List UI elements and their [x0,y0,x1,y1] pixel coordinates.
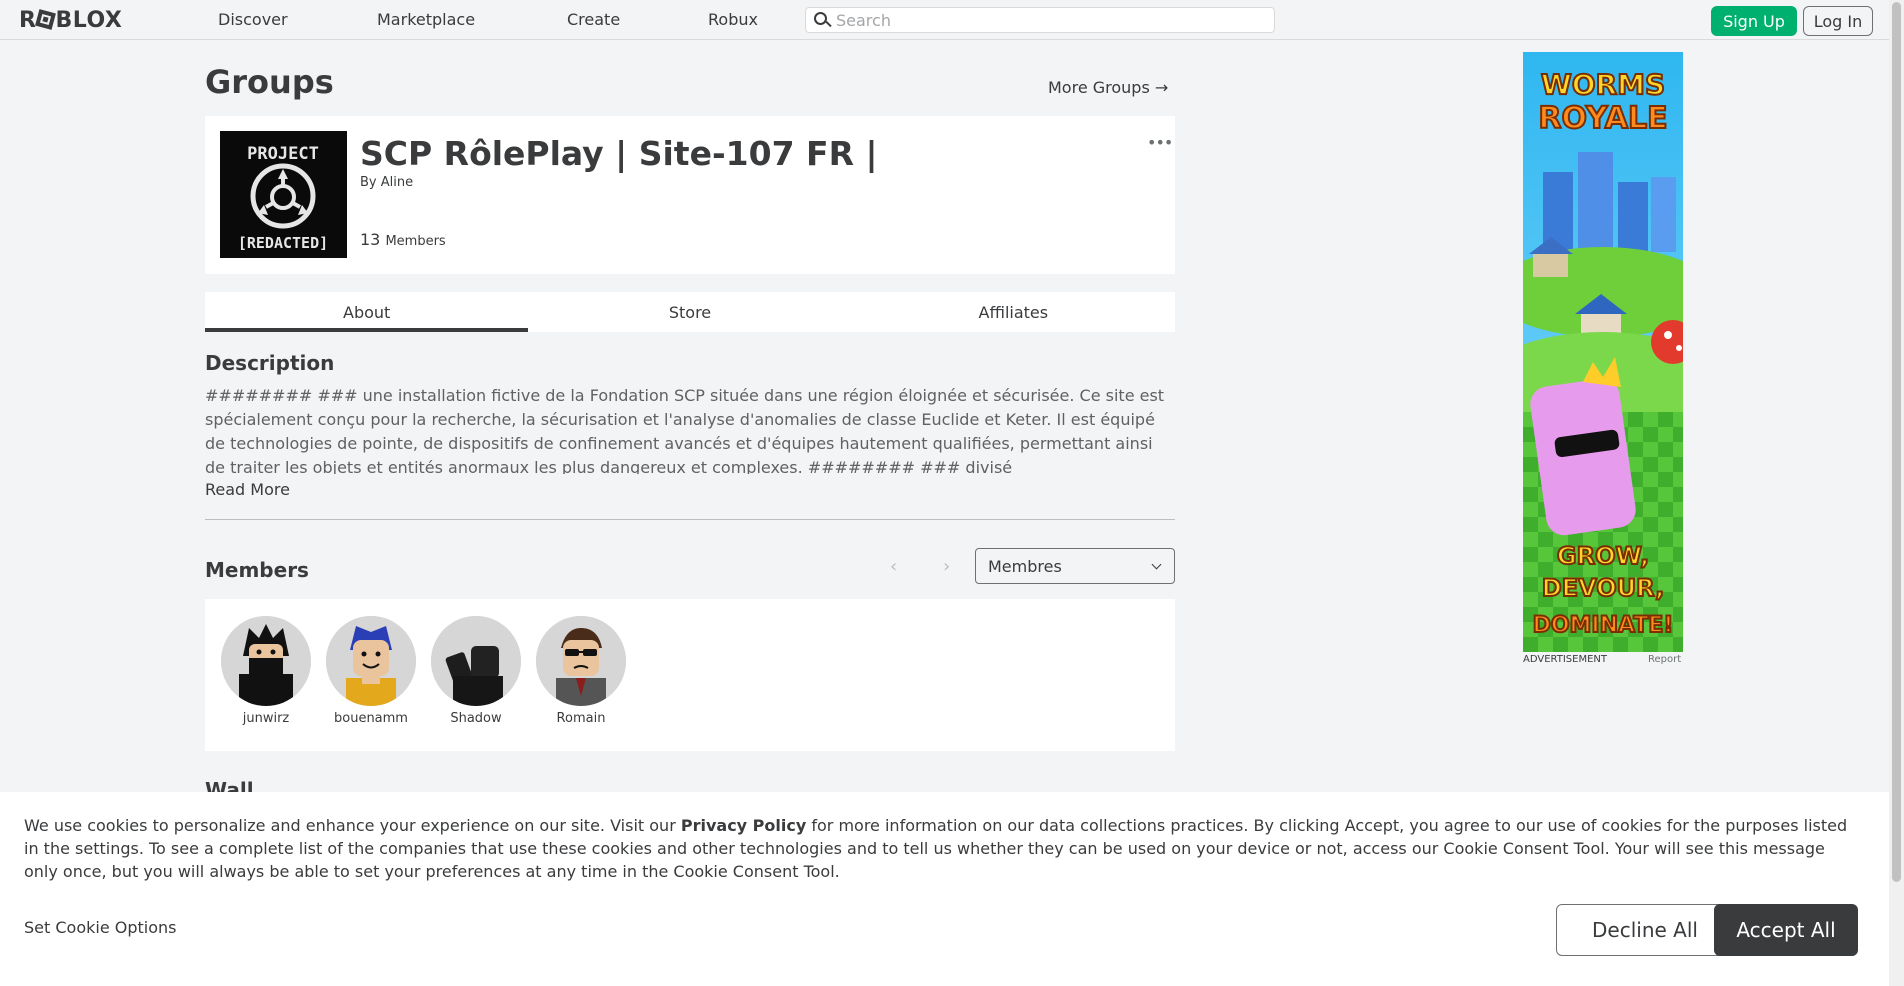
advertisement-banner[interactable]: WORMS ROYALE GROW, DEVOUR, DOMINATE! [1523,52,1683,652]
set-cookie-options-button[interactable]: Set Cookie Options [24,918,176,937]
tab-store[interactable]: Store [528,292,851,332]
scrollbar-thumb[interactable] [1892,2,1901,882]
search-icon[interactable] [806,8,836,32]
top-navigation: R BLOX Discover Marketplace Create Robux … [0,0,1889,40]
avatar[interactable] [431,616,521,706]
group-header-card: PROJECT [REDACTED] SCP RôlePlay | Site-1… [205,116,1175,274]
page-scrollbar[interactable] [1889,0,1904,986]
member-tile[interactable]: Romain [536,616,626,726]
emblem-text-top: PROJECT [247,144,319,164]
report-ad-link[interactable]: Report [1648,654,1681,665]
member-count-value: 13 [360,230,381,249]
ad-title-line2: ROYALE [1538,101,1667,136]
section-divider [205,519,1175,520]
roblox-logo[interactable]: R BLOX [19,8,122,33]
search-bar [805,7,1275,33]
avatar[interactable] [536,616,626,706]
ad-tagline3: DOMINATE! [1533,613,1674,638]
member-name[interactable]: Romain [536,711,626,726]
group-tabs: About Store Affiliates [205,292,1175,332]
group-owner-link[interactable]: Aline [381,175,413,190]
member-count-label: Members [385,234,446,249]
description-heading: Description [205,351,335,375]
search-input[interactable] [836,10,1274,30]
members-list: junwirz bouenamm Shadow Romain [205,599,1175,751]
description-text: ######## ### une installation fictive de… [205,386,1165,474]
sign-up-button[interactable]: Sign Up [1711,6,1797,36]
nav-robux[interactable]: Robux [708,10,758,29]
cookie-consent-banner: We use cookies to personalize and enhanc… [0,792,1889,986]
decline-all-button[interactable]: Decline All [1556,904,1734,956]
chevron-down-icon [1151,559,1162,570]
member-tile[interactable]: Shadow [431,616,521,726]
accept-all-button[interactable]: Accept All [1714,904,1858,956]
member-name[interactable]: Shadow [431,711,521,726]
tab-about[interactable]: About [205,292,529,332]
nav-marketplace[interactable]: Marketplace [377,10,475,29]
role-select-value: Membres [988,556,1062,576]
nav-create[interactable]: Create [567,10,620,29]
read-more-button[interactable]: Read More [205,480,290,499]
member-tile[interactable]: junwirz [221,616,311,726]
nav-discover[interactable]: Discover [218,10,288,29]
ad-title-line1: WORMS [1541,68,1665,101]
avatar[interactable] [326,616,416,706]
privacy-policy-link[interactable]: Privacy Policy [681,816,806,835]
cookie-text-part1: We use cookies to personalize and enhanc… [24,816,681,835]
log-in-button[interactable]: Log In [1803,6,1873,36]
more-groups-link[interactable]: More Groups → [1048,78,1168,97]
previous-page-icon[interactable]: ‹ [890,556,897,577]
next-page-icon[interactable]: › [943,556,950,577]
ad-tagline2: DEVOUR, [1542,574,1664,602]
ad-tagline1: GROW, [1557,542,1649,570]
page-title: Groups [205,63,334,101]
cookie-message: We use cookies to personalize and enhanc… [24,814,1854,883]
group-owner-line: By Aline [360,175,413,190]
by-label: By [360,175,377,190]
group-name: SCP RôlePlay | Site-107 FR | [360,134,878,173]
member-tile[interactable]: bouenamm [326,616,416,726]
members-heading: Members [205,558,309,582]
tab-affiliates[interactable]: Affiliates [852,292,1175,332]
member-name[interactable]: junwirz [221,711,311,726]
member-count: 13 Members [360,230,446,249]
group-emblem: PROJECT [REDACTED] [220,131,347,258]
avatar[interactable] [221,616,311,706]
more-options-icon[interactable]: ••• [1147,133,1173,152]
emblem-text-bottom: [REDACTED] [238,234,328,252]
member-name[interactable]: bouenamm [326,711,416,726]
role-select-dropdown[interactable]: Membres [975,548,1175,584]
advertisement-label: ADVERTISEMENT [1523,654,1608,665]
